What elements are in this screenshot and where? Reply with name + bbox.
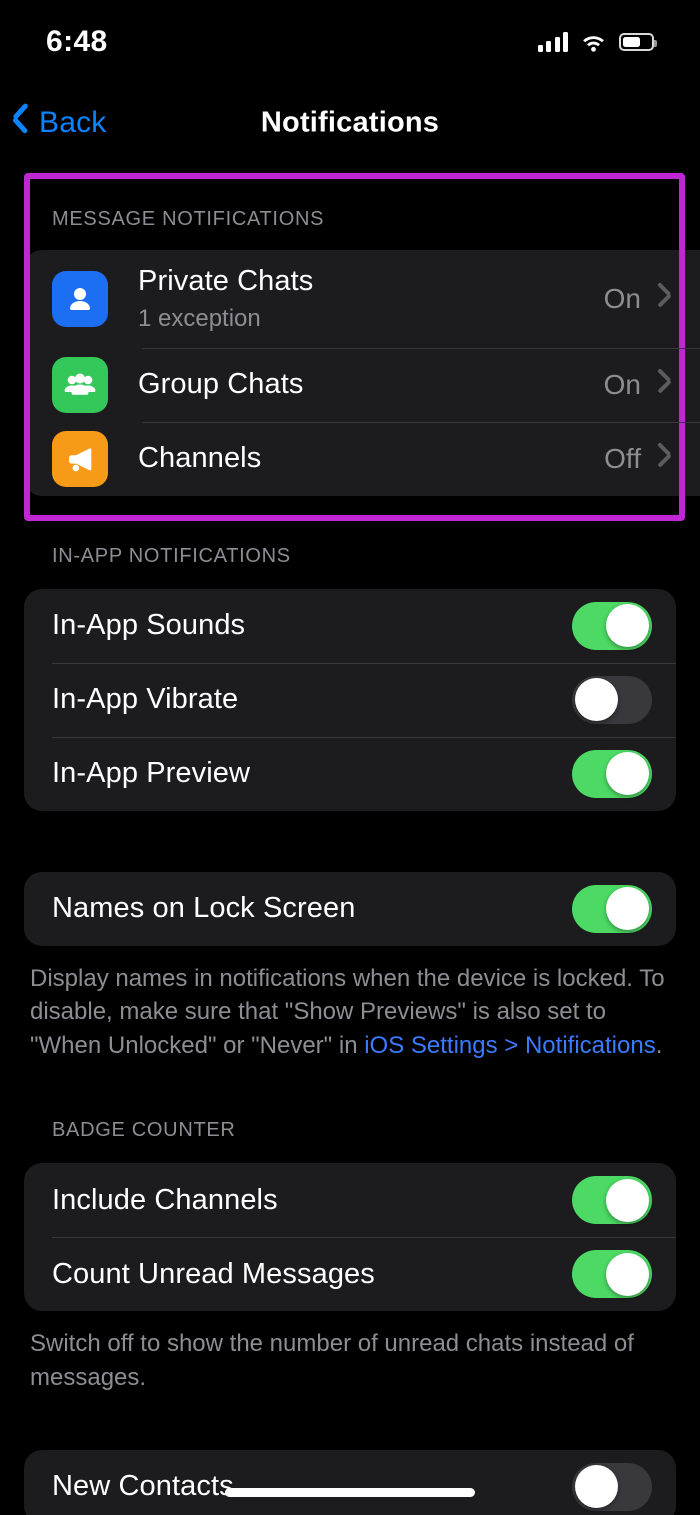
ios-settings-link[interactable]: iOS Settings > Notifications (364, 1032, 655, 1059)
row-texts: Names on Lock Screen (52, 877, 572, 940)
row-texts: New Contacts (52, 1455, 572, 1515)
row-texts: In-App Vibrate (52, 668, 572, 731)
in-app-notifications-card: In-App Sounds In-App Vibrate In-App Prev… (24, 588, 676, 811)
row-texts: In-App Preview (52, 742, 572, 805)
megaphone-icon (52, 430, 108, 487)
chevron-right-icon (659, 373, 672, 397)
row-in-app-vibrate[interactable]: In-App Vibrate (24, 662, 676, 737)
battery-icon (619, 33, 657, 51)
home-indicator[interactable] (225, 1488, 475, 1497)
row-private-chats[interactable]: Private Chats 1 exception On (24, 250, 700, 348)
row-title: In-App Sounds (52, 609, 246, 642)
row-title: In-App Preview (52, 757, 251, 790)
row-texts: Count Unread Messages (52, 1243, 572, 1306)
row-group-chats[interactable]: Group Chats On (24, 347, 700, 422)
row-value: On (603, 282, 641, 314)
group-icon (52, 356, 108, 413)
row-title: Private Chats (138, 265, 314, 297)
section-lock-screen: Names on Lock Screen Display names in no… (0, 811, 700, 1063)
row-title: Include Channels (52, 1183, 278, 1216)
row-subtitle: 1 exception (138, 304, 261, 332)
row-title: New Contacts (52, 1470, 234, 1503)
status-time: 6:48 (46, 25, 108, 58)
section-message-notifications: MESSAGE NOTIFICATIONS Private Chats 1 ex… (0, 168, 700, 521)
message-notifications-card: Private Chats 1 exception On Group Chats… (24, 250, 700, 496)
row-title: Count Unread Messages (52, 1257, 375, 1290)
badge-counter-footnote: Switch off to show the number of unread … (30, 1330, 634, 1391)
lock-screen-card: Names on Lock Screen (24, 871, 676, 946)
row-in-app-preview[interactable]: In-App Preview (24, 736, 676, 811)
person-icon (52, 270, 108, 327)
cellular-bars-icon (537, 32, 568, 52)
toggle-in-app-vibrate[interactable] (572, 675, 652, 724)
section-badge-counter: BADGE COUNTER Include Channels Count Unr… (0, 1062, 700, 1394)
toggle-new-contacts[interactable] (572, 1462, 652, 1511)
section-header-in-app-notifications: IN-APP NOTIFICATIONS (52, 544, 291, 567)
row-new-contacts[interactable]: New Contacts (24, 1450, 676, 1515)
phone-screen: 6:48 Back Notifications MESSAGE NOTIFICA… (0, 0, 700, 1515)
footnote-tail: . (655, 1031, 663, 1059)
badge-counter-card: Include Channels Count Unread Messages (24, 1163, 676, 1312)
toggle-in-app-preview[interactable] (572, 749, 652, 798)
section-in-app-notifications: IN-APP NOTIFICATIONS In-App Sounds In-Ap… (0, 496, 700, 811)
row-value: Off (604, 442, 641, 474)
toggle-include-channels[interactable] (572, 1176, 652, 1225)
chevron-right-icon (659, 447, 672, 471)
section-header-badge-counter: BADGE COUNTER (52, 1119, 236, 1142)
row-title: In-App Vibrate (52, 683, 239, 716)
toggle-in-app-sounds[interactable] (572, 601, 652, 650)
row-include-channels[interactable]: Include Channels (24, 1163, 676, 1237)
row-title: Names on Lock Screen (52, 892, 356, 925)
row-title: Group Chats (138, 368, 304, 401)
status-indicators (537, 32, 657, 52)
toggle-count-unread-messages[interactable] (572, 1250, 652, 1299)
row-texts: Channels (138, 427, 604, 490)
lock-screen-footnote: Display names in notifications when the … (0, 946, 700, 1063)
status-bar: 6:48 (0, 0, 700, 78)
row-texts: Include Channels (52, 1169, 572, 1232)
chevron-right-icon (659, 287, 672, 311)
settings-list[interactable]: MESSAGE NOTIFICATIONS Private Chats 1 ex… (0, 168, 700, 1515)
section-header-message-notifications: MESSAGE NOTIFICATIONS (52, 208, 325, 230)
navigation-bar: Back Notifications (0, 78, 700, 168)
row-names-on-lock-screen[interactable]: Names on Lock Screen (24, 872, 676, 946)
row-texts: Group Chats (138, 353, 604, 416)
toggle-names-on-lock-screen[interactable] (572, 884, 652, 933)
row-channels[interactable]: Channels Off (24, 421, 700, 496)
row-texts: In-App Sounds (52, 594, 572, 657)
row-in-app-sounds[interactable]: In-App Sounds (24, 589, 676, 663)
row-count-unread-messages[interactable]: Count Unread Messages (24, 1237, 676, 1311)
row-value: On (603, 368, 641, 400)
new-contacts-card: New Contacts (24, 1449, 676, 1515)
wifi-icon (581, 33, 606, 52)
page-title: Notifications (260, 106, 440, 139)
row-title: Channels (138, 442, 262, 475)
row-texts: Private Chats 1 exception (138, 250, 604, 348)
